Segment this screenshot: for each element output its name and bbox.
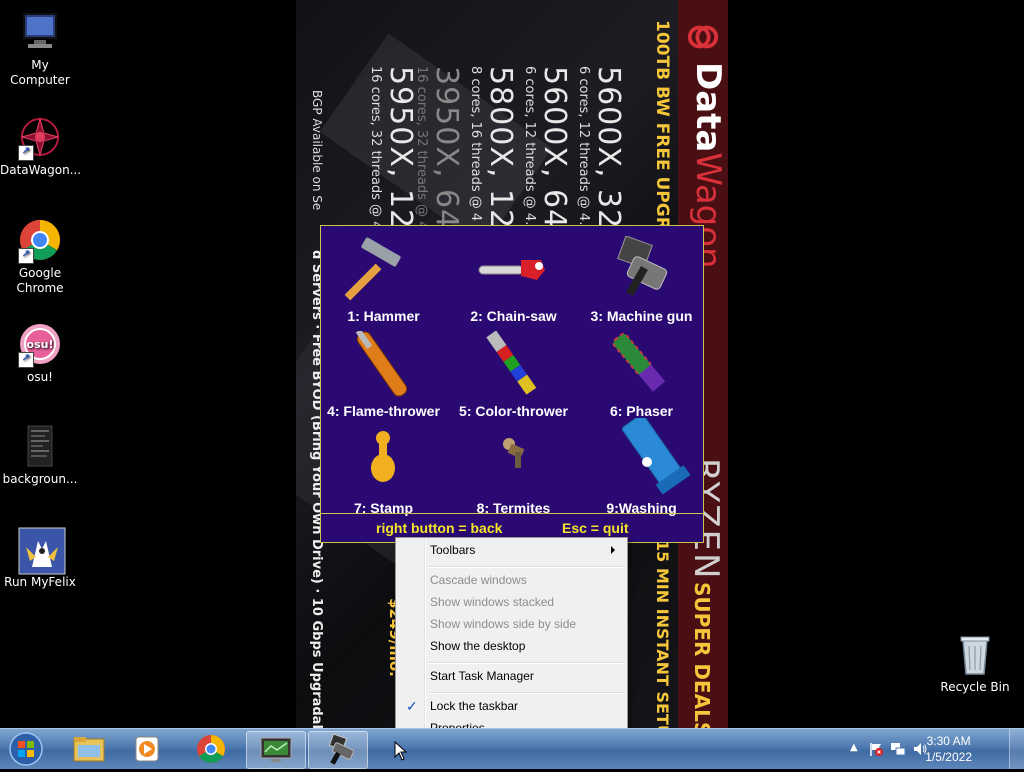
machine-gun-icon [617, 236, 668, 296]
recycle-bin-icon [953, 632, 997, 676]
network-icon[interactable] [890, 741, 906, 757]
svg-text:osu!: osu! [27, 338, 54, 351]
taskbar-desktop-destroyer[interactable] [308, 731, 368, 769]
menu-separator [428, 662, 624, 664]
system-tray: ▲ 3:30 AM 1/5/2022 [834, 729, 1024, 769]
menu-item-toolbars[interactable]: Toolbars [398, 539, 625, 561]
osu-icon: osu! ↗ [18, 322, 62, 368]
datawagon-icon: ↗ [18, 115, 62, 161]
menu-item-show-windows-stacked[interactable]: Show windows stacked [398, 591, 625, 613]
action-center-flag-icon[interactable] [868, 741, 884, 757]
desktop-icon-background[interactable]: backgroun... [0, 424, 80, 487]
tool-washing[interactable]: 9:Washing [579, 418, 704, 516]
hammer-icon [344, 237, 401, 301]
tool-stamp[interactable]: 7: Stamp [321, 424, 446, 516]
menu-item-cascade-windows[interactable]: Cascade windows [398, 569, 625, 591]
desktop-icon-my-computer[interactable]: My Computer [0, 10, 80, 88]
setup-text: 15 MIN INSTANT SETU [653, 540, 672, 730]
bgp-text: BGP Available on Se [310, 90, 324, 211]
submenu-arrow-icon [611, 546, 615, 554]
color-thrower-icon [486, 331, 537, 395]
computer-icon [18, 10, 62, 54]
menu-separator [428, 566, 624, 568]
back-hint: right button = back [376, 520, 503, 536]
image-file-icon [18, 424, 62, 468]
washing-icon [621, 418, 691, 495]
taskbar[interactable]: ▲ 3:30 AM 1/5/2022 [0, 728, 1024, 769]
mouse-cursor-icon [394, 741, 408, 761]
desktop-icon-google-chrome[interactable]: ↗ Google Chrome [0, 218, 80, 296]
tool-selection-window: 1: Hammer 2: Chain-saw 3: Machine gun 4:… [320, 225, 704, 543]
taskbar-chrome[interactable] [182, 731, 240, 767]
start-button[interactable] [4, 731, 48, 767]
windows-start-icon [9, 732, 43, 766]
phaser-icon [612, 332, 666, 392]
stamp-icon [371, 431, 395, 482]
taskbar-context-menu: Toolbars Cascade windows Show windows st… [395, 537, 628, 744]
menu-separator [428, 692, 624, 694]
headline: 100TB BW FREE UPGRA [652, 20, 672, 243]
taskbar-monitor-app[interactable] [246, 731, 306, 769]
show-hidden-icons-icon[interactable]: ▲ [850, 742, 866, 758]
desktop-icon-run-myfelix[interactable]: Run MyFelix [0, 527, 80, 590]
myfelix-icon [18, 527, 66, 575]
desktop-icon-recycle-bin[interactable]: Recycle Bin [935, 632, 1015, 695]
termites-icon [503, 438, 525, 468]
menu-item-show-windows-side-by-side[interactable]: Show windows side by side [398, 613, 625, 635]
media-player-icon [135, 736, 159, 762]
taskbar-explorer[interactable] [60, 731, 118, 767]
menu-item-show-desktop[interactable]: Show the desktop [398, 635, 625, 657]
chrome-icon: ↗ [18, 218, 62, 264]
show-desktop-button[interactable] [1009, 729, 1024, 769]
tool-hammer[interactable]: 1: Hammer [321, 232, 446, 324]
desktop-icon-osu[interactable]: osu! ↗ osu! [0, 322, 80, 385]
explorer-folder-icon [73, 737, 105, 762]
clock-date: 1/5/2022 [925, 750, 972, 764]
desktop-destroyer-icon [328, 733, 355, 765]
checkmark-icon: ✓ [406, 698, 418, 714]
menu-item-lock-taskbar[interactable]: ✓ Lock the taskbar [398, 695, 625, 717]
desktop-icon-datawagon[interactable]: ↗ DataWagon... [0, 115, 81, 178]
quit-hint: Esc = quit [562, 520, 629, 536]
menu-item-start-task-manager[interactable]: Start Task Manager [398, 665, 625, 687]
monitor-app-icon [260, 737, 292, 762]
chain-saw-icon [478, 260, 545, 280]
tool-chain-saw[interactable]: 2: Chain-saw [451, 232, 576, 324]
datawagon-logo-icon [687, 25, 719, 49]
clock[interactable]: 3:30 AM 1/5/2022 [925, 733, 972, 765]
super-deals-text: SUPER DEALS [690, 582, 714, 730]
tool-termites[interactable]: 8: Termites [451, 424, 576, 516]
tool-machine-gun[interactable]: 3: Machine gun [579, 232, 704, 324]
tool-phaser[interactable]: 6: Phaser [579, 327, 704, 419]
flame-thrower-icon [355, 331, 408, 397]
clock-time: 3:30 AM [926, 734, 971, 748]
tool-flame-thrower[interactable]: 4: Flame-thrower [321, 327, 446, 419]
taskbar-media-player[interactable] [118, 731, 176, 767]
chrome-icon [197, 735, 225, 763]
tool-color-thrower[interactable]: 5: Color-thrower [451, 327, 576, 419]
